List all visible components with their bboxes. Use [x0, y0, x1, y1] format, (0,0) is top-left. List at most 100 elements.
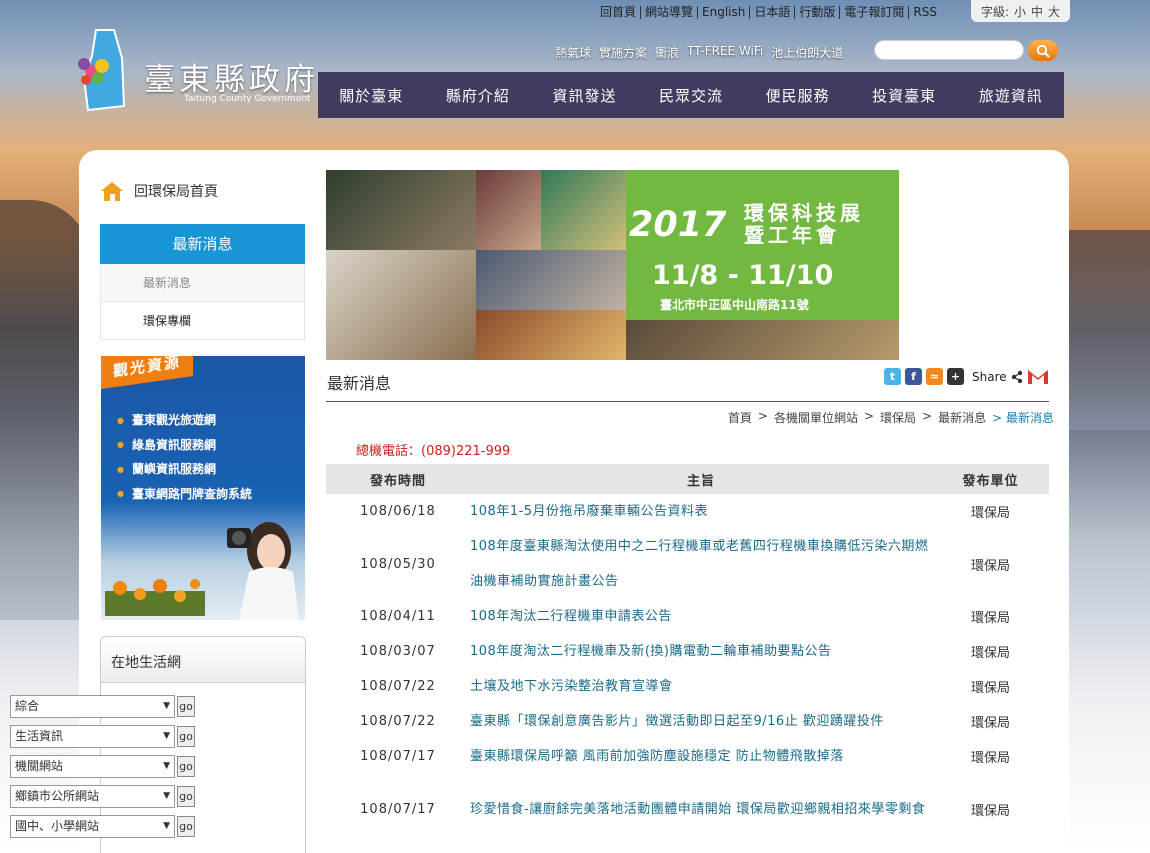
go-button-living[interactable]: go — [177, 726, 195, 747]
nav-travel[interactable]: 旅遊資訊 — [957, 85, 1064, 106]
nav-invest[interactable]: 投資臺東 — [851, 85, 958, 106]
banner-title-line2: 暨工年會 — [744, 223, 840, 247]
row-unit: 環保局 — [970, 558, 1010, 574]
font-size-medium[interactable]: 中 — [1031, 3, 1043, 20]
nav-info[interactable]: 資訊發送 — [531, 85, 638, 106]
breadcrumb: 首頁 > 各機關單位網站 > 環保局 > 最新消息 > 最新消息 — [728, 409, 1054, 426]
row-date: 108/07/17 — [360, 801, 436, 817]
breadcrumb-current-label: 最新消息 — [1005, 411, 1054, 425]
search-button[interactable] — [1028, 40, 1058, 61]
daylily-image — [105, 579, 205, 616]
photographer-image — [227, 522, 299, 620]
event-banner[interactable]: 2017 環保科技展 暨工年會 11/8 - 11/10 臺北市中正區中山南路1… — [326, 170, 899, 360]
share-network-icon[interactable] — [1011, 370, 1023, 384]
life-select-townships[interactable]: 鄉鎮市公所網站 ▼ — [10, 785, 175, 808]
nav-government[interactable]: 縣府介紹 — [425, 85, 532, 106]
quick-link-wifi[interactable]: TT-FREE WiFi — [687, 44, 763, 61]
table-row: 108/03/07 108年度淘汰二行程機車及新(換)購電動二輪車補助要點公告 … — [326, 634, 1049, 669]
row-subject-link[interactable]: 108年度淘汰二行程機車及新(換)購電動二輪車補助要點公告 — [470, 634, 932, 669]
go-button-townships[interactable]: go — [177, 786, 195, 807]
rss-icon[interactable]: ≈ — [926, 368, 943, 385]
header-date: 發布時間 — [326, 464, 470, 494]
row-subject-link[interactable]: 臺東縣「環保創意廣告影片」徵選活動即日起至9/16止 歡迎踴躍投件 — [470, 704, 932, 739]
nav-public[interactable]: 民眾交流 — [638, 85, 745, 106]
go-button-general[interactable]: go — [177, 696, 195, 717]
quick-link-balloon[interactable]: 熱氣球 — [555, 44, 591, 61]
twitter-icon[interactable]: t — [884, 368, 901, 385]
banner-title-line1: 環保科技展 — [744, 201, 864, 225]
side-menu-head[interactable]: 最新消息 — [100, 224, 305, 264]
util-link-sitemap[interactable]: 網站導覽 — [641, 5, 699, 19]
util-link-japanese[interactable]: 日本語 — [750, 5, 796, 19]
font-size-large[interactable]: 大 — [1048, 3, 1060, 20]
share-label[interactable]: Share — [972, 370, 1007, 384]
side-menu-item-column[interactable]: 環保專欄 — [100, 302, 305, 340]
banner-title: 環保科技展 暨工年會 — [744, 202, 864, 246]
header-subject: 主旨 — [470, 464, 932, 494]
quick-links: 熱氣球 實施方案 衝浪 TT-FREE WiFi 池上伯朗大道 — [555, 44, 843, 61]
dropdown-arrow-icon: ▼ — [163, 821, 170, 831]
row-subject-link[interactable]: 土壤及地下水污染整治教育宣導會 — [470, 669, 932, 704]
quick-link-plan[interactable]: 實施方案 — [599, 44, 647, 61]
row-subject-link[interactable]: 臺東縣環保局呼籲 風雨前加強防塵設施穩定 防止物體飛散掉落 — [470, 739, 932, 774]
table-row: 108/05/30 108年度臺東縣淘汰使用中之二行程機車或老舊四行程機車換購低… — [326, 529, 1049, 599]
plus-share-icon[interactable]: + — [947, 368, 964, 385]
util-link-english[interactable]: English — [698, 5, 751, 19]
site-title: 臺東縣政府 — [144, 62, 319, 98]
util-link-rss[interactable]: RSS — [909, 5, 941, 19]
gmail-icon[interactable] — [1027, 369, 1049, 385]
row-subject-link[interactable]: 108年1-5月份拖吊廢棄車輛公告資料表 — [470, 494, 932, 529]
search-icon — [1036, 44, 1050, 58]
tourism-link-travel[interactable]: 臺東觀光旅遊網 — [117, 408, 252, 433]
util-link-newsletter[interactable]: 電子報訂閱 — [840, 5, 910, 19]
tourism-link-orchid-island[interactable]: 蘭嶼資訊服務網 — [117, 457, 252, 482]
site-logo[interactable]: 臺東縣政府 Taitung County Government — [74, 28, 319, 113]
row-subject-link[interactable]: 108年度臺東縣淘汰使用中之二行程機車或老舊四行程機車換購低污染六期燃油機車補助… — [470, 529, 932, 599]
row-subject-link[interactable]: 珍愛惜食-讓廚餘完美落地活動團體申請開始 環保局歡迎鄉親相招來學零剩食 — [470, 774, 932, 844]
life-select-schools[interactable]: 國中、小學網站 ▼ — [10, 815, 175, 838]
facebook-icon[interactable]: f — [905, 368, 922, 385]
row-unit: 環保局 — [970, 803, 1010, 819]
search-input[interactable] — [874, 40, 1024, 60]
life-select-general[interactable]: 綜合 ▼ — [10, 695, 175, 718]
tourism-link-address-query[interactable]: 臺東網路門牌查詢系統 — [117, 482, 252, 507]
local-life-title: 在地生活網 — [101, 637, 305, 683]
bureau-home-label: 回環保局首頁 — [134, 184, 218, 200]
go-button-agencies[interactable]: go — [177, 756, 195, 777]
side-menu-item-news[interactable]: 最新消息 — [100, 264, 305, 302]
go-button-schools[interactable]: go — [177, 816, 195, 837]
breadcrumb-bureau[interactable]: 環保局 — [880, 409, 916, 426]
tourism-link-green-island[interactable]: 綠島資訊服務網 — [117, 433, 252, 458]
breadcrumb-home[interactable]: 首頁 — [728, 409, 752, 426]
banner-photo-4 — [326, 250, 476, 360]
life-row-schools: 國中、小學網站 ▼ go — [10, 815, 195, 838]
row-unit: 環保局 — [970, 716, 1010, 731]
banner-address: 臺北市中正區中山南路11號 — [660, 298, 809, 312]
news-table: 發布時間 主旨 發布單位 108/06/18 108年1-5月份拖吊廢棄車輛公告… — [326, 464, 1049, 844]
banner-photo-3 — [541, 170, 626, 250]
breadcrumb-agencies[interactable]: 各機關單位網站 — [774, 409, 858, 426]
tourism-banner: 觀光資源 臺東觀光旅遊網 綠島資訊服務網 蘭嶼資訊服務網 臺東網路門牌查詢系統 — [101, 356, 305, 620]
life-select-living[interactable]: 生活資訊 ▼ — [10, 725, 175, 748]
breadcrumb-news[interactable]: 最新消息 — [938, 409, 986, 426]
util-link-home[interactable]: 回首頁 — [596, 5, 642, 19]
font-size-label: 字級: — [980, 4, 1009, 19]
row-unit: 環保局 — [970, 751, 1010, 766]
nav-about[interactable]: 關於臺東 — [318, 85, 425, 106]
row-subject-link[interactable]: 108年淘汰二行程機車申請表公告 — [470, 599, 932, 634]
nav-services[interactable]: 便民服務 — [744, 85, 851, 106]
breadcrumb-separator: > — [922, 409, 933, 423]
quick-link-avenue[interactable]: 池上伯朗大道 — [771, 44, 843, 61]
dropdown-arrow-icon: ▼ — [163, 731, 170, 741]
home-icon — [101, 182, 123, 201]
row-date: 108/03/07 — [360, 644, 436, 659]
row-date: 108/07/17 — [360, 749, 436, 764]
util-link-mobile[interactable]: 行動版 — [795, 5, 841, 19]
row-unit: 環保局 — [970, 681, 1010, 696]
quick-link-surf[interactable]: 衝浪 — [655, 44, 679, 61]
life-select-agencies[interactable]: 機關網站 ▼ — [10, 755, 175, 778]
banner-photo-2 — [476, 170, 541, 250]
utility-links: 回首頁 網站導覽 English 日本語 行動版 電子報訂閱 RSS — [596, 3, 941, 21]
font-size-small[interactable]: 小 — [1014, 3, 1026, 20]
bureau-home-link[interactable]: 回環保局首頁 — [100, 180, 218, 202]
